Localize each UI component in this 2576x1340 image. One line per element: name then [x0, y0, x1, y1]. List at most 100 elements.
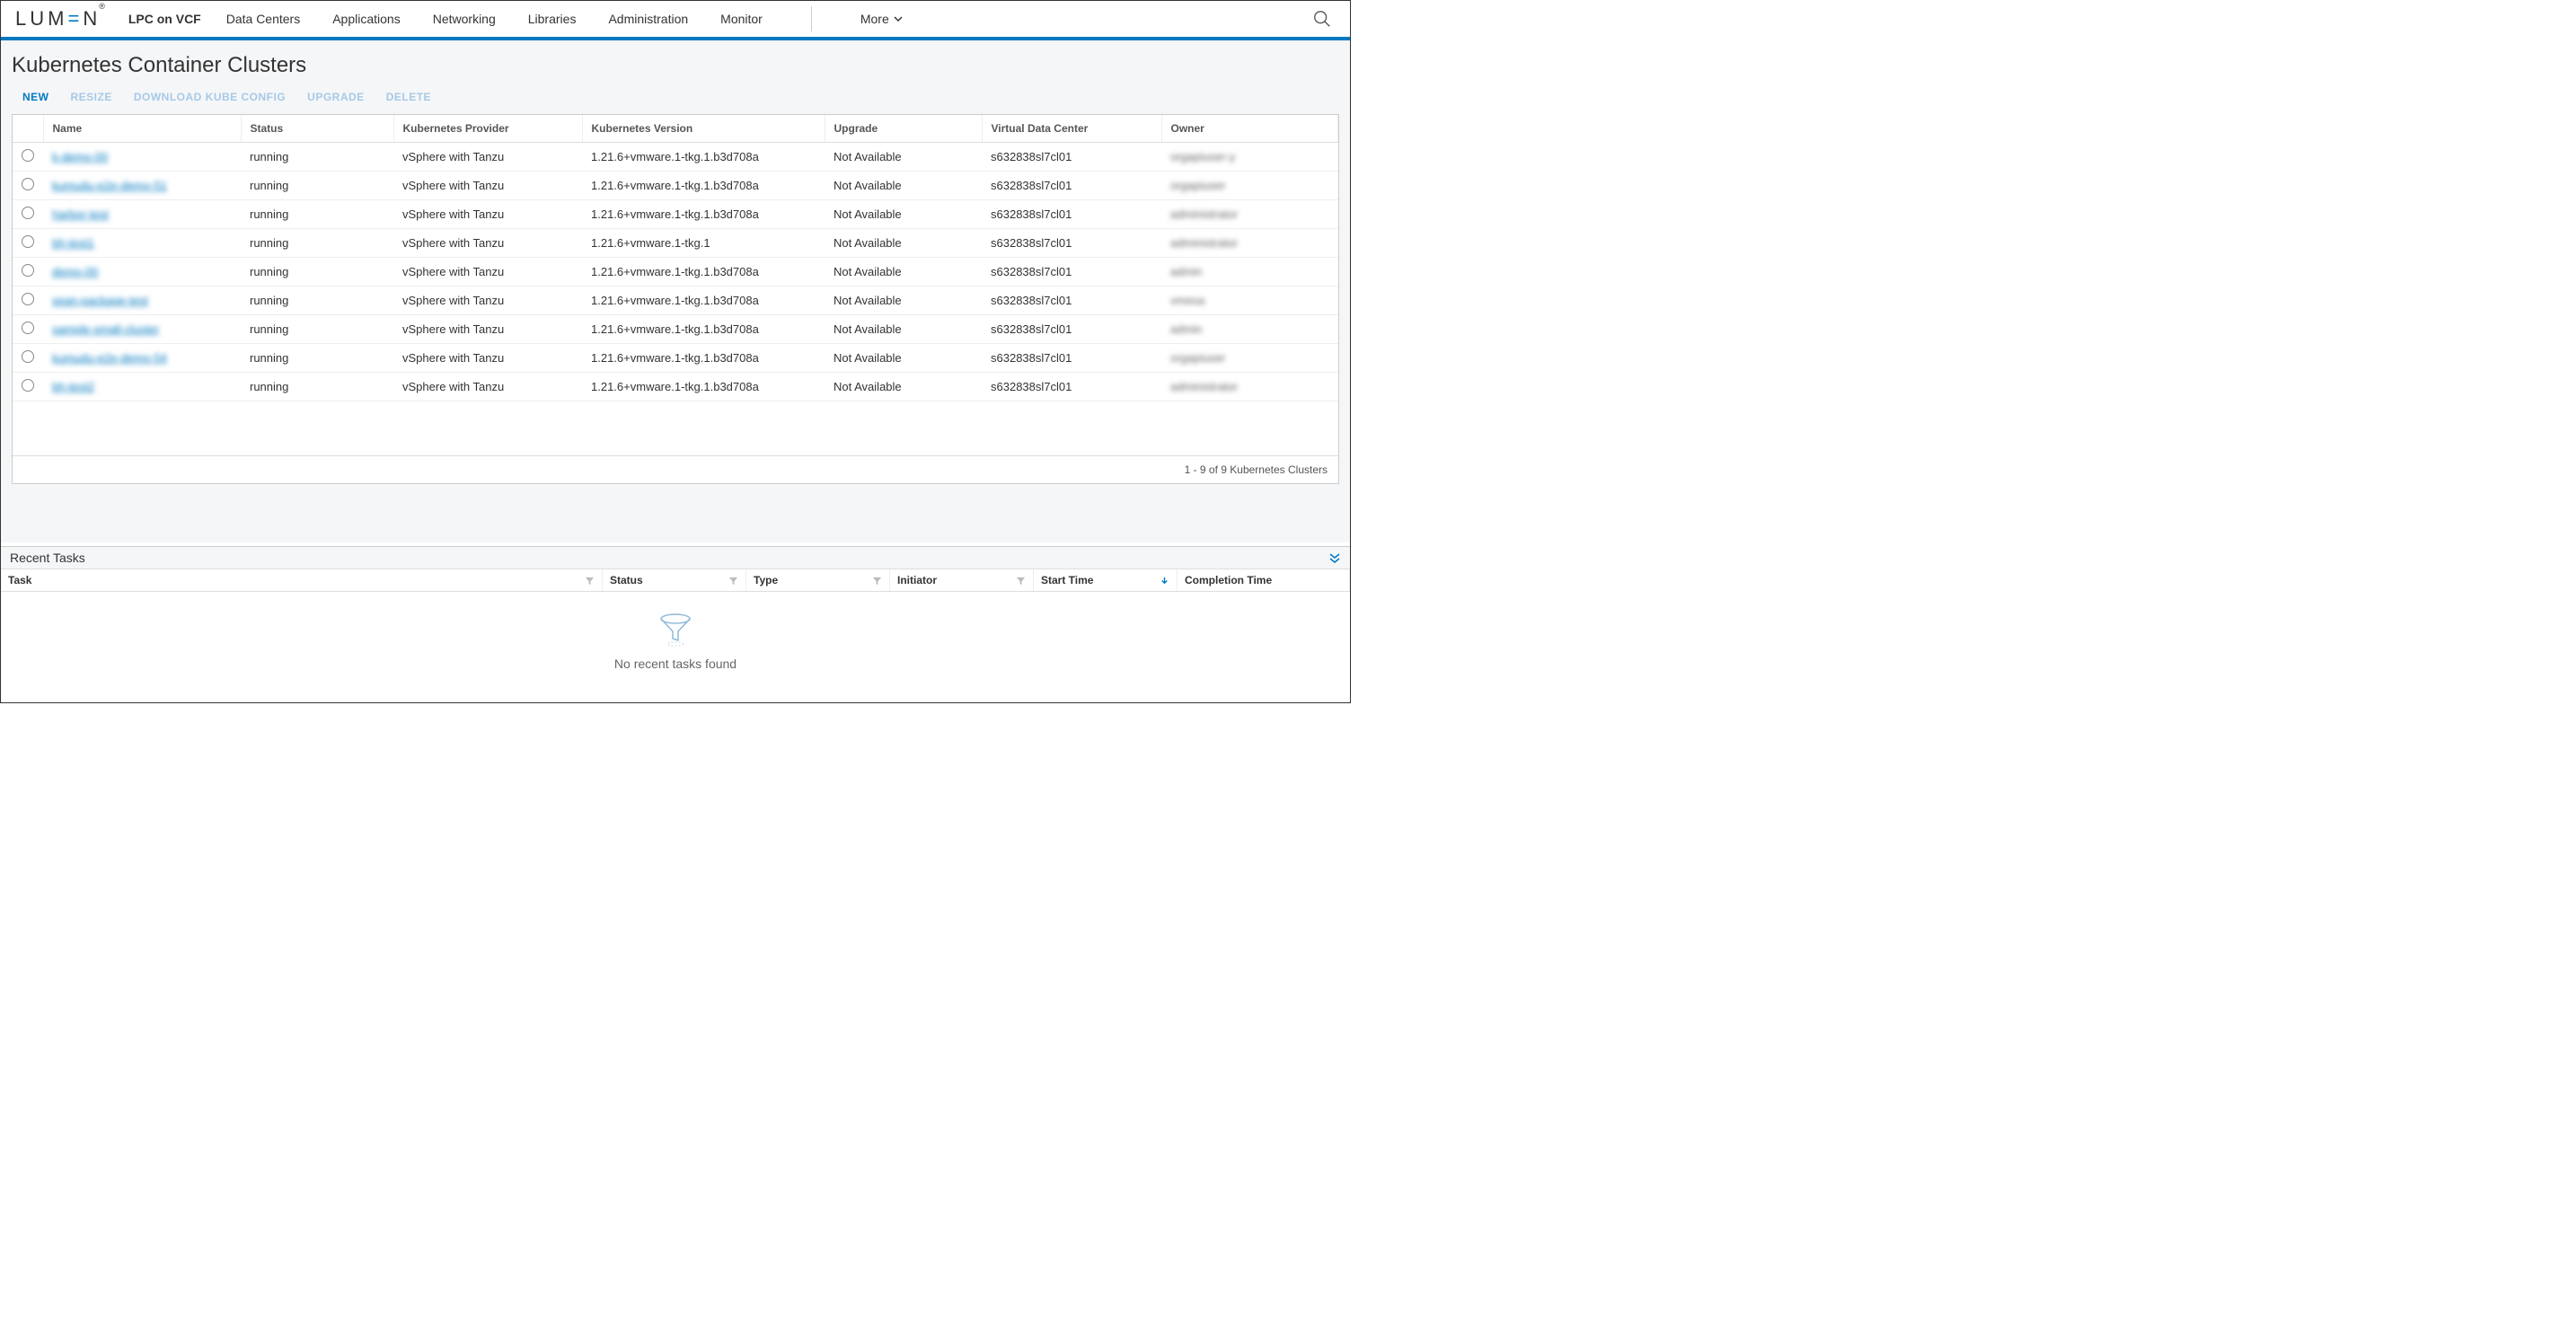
table-row: kumudu-e2e-demo-54runningvSphere with Ta…	[13, 344, 1338, 373]
cluster-name-link[interactable]: sample-small-cluster	[52, 322, 159, 336]
action-delete[interactable]: DELETE	[386, 91, 431, 103]
cell-upgrade: Not Available	[825, 344, 982, 373]
row-radio[interactable]	[22, 178, 34, 190]
nav-data-centers[interactable]: Data Centers	[226, 12, 300, 26]
top-navigation: LUM=N® LPC on VCF Data Centers Applicati…	[1, 1, 1350, 40]
row-radio[interactable]	[22, 264, 34, 277]
cell-status: running	[241, 172, 393, 200]
nav-networking[interactable]: Networking	[433, 12, 496, 26]
search-icon	[1312, 9, 1332, 29]
row-radio[interactable]	[22, 207, 34, 219]
table-row: sean-package-test runningvSphere with Tan…	[13, 287, 1338, 315]
nav-items: Data Centers Applications Networking Lib…	[226, 6, 904, 31]
chevron-down-icon	[893, 13, 904, 24]
cluster-name-link[interactable]: sean-package-test	[52, 294, 148, 307]
cluster-name-link[interactable]: harbor-test	[52, 207, 109, 221]
logo: LUM=N®	[15, 7, 107, 31]
row-radio[interactable]	[22, 379, 34, 392]
task-col-status-label: Status	[610, 574, 643, 586]
cell-provider: vSphere with Tanzu	[393, 287, 582, 315]
cell-provider: vSphere with Tanzu	[393, 315, 582, 344]
cell-owner: administrator	[1161, 373, 1338, 401]
recent-tasks-header: Recent Tasks	[1, 547, 1350, 569]
column-status[interactable]: Status	[241, 115, 393, 143]
cell-provider: vSphere with Tanzu	[393, 143, 582, 172]
nav-administration[interactable]: Administration	[608, 12, 688, 26]
column-name[interactable]: Name	[43, 115, 241, 143]
action-download-kube-config[interactable]: DOWNLOAD KUBE CONFIG	[134, 91, 286, 103]
tasks-empty-state: No recent tasks found	[1, 592, 1350, 691]
cell-upgrade: Not Available	[825, 315, 982, 344]
cluster-name-link[interactable]: kumudu-e2e-demo-54	[52, 351, 167, 365]
column-version[interactable]: Kubernetes Version	[582, 115, 825, 143]
collapse-tasks-button[interactable]	[1328, 551, 1341, 564]
sort-down-icon[interactable]	[1160, 576, 1169, 586]
task-col-start-label: Start Time	[1041, 574, 1093, 586]
action-new[interactable]: NEW	[22, 91, 49, 103]
table-row: sample-small-clusterrunningvSphere with …	[13, 315, 1338, 344]
cluster-name-link[interactable]: bh-test1	[52, 236, 94, 250]
cell-owner: orgapiuser	[1161, 172, 1338, 200]
page-content: Kubernetes Container Clusters NEW RESIZE…	[1, 40, 1350, 542]
nav-libraries[interactable]: Libraries	[528, 12, 577, 26]
cell-owner: administrator	[1161, 200, 1338, 229]
task-col-type-label: Type	[754, 574, 778, 586]
action-resize[interactable]: RESIZE	[71, 91, 112, 103]
cell-vdc: s632838sl7cl01	[982, 258, 1161, 287]
column-owner[interactable]: Owner	[1161, 115, 1338, 143]
funnel-icon	[657, 612, 693, 648]
cell-provider: vSphere with Tanzu	[393, 229, 582, 258]
row-radio[interactable]	[22, 350, 34, 363]
row-radio[interactable]	[22, 322, 34, 334]
cluster-name-link[interactable]: k-demo-00	[52, 150, 108, 163]
filter-icon[interactable]	[585, 576, 595, 586]
cell-vdc: s632838sl7cl01	[982, 229, 1161, 258]
column-vdc[interactable]: Virtual Data Center	[982, 115, 1161, 143]
column-upgrade[interactable]: Upgrade	[825, 115, 982, 143]
column-select	[13, 115, 43, 143]
nav-more[interactable]: More	[860, 12, 904, 26]
cell-version: 1.21.6+vmware.1-tkg.1	[582, 229, 825, 258]
search-button[interactable]	[1309, 5, 1336, 32]
task-col-status[interactable]: Status	[603, 569, 746, 591]
task-col-initiator[interactable]: Initiator	[890, 569, 1034, 591]
cell-version: 1.21.6+vmware.1-tkg.1.b3d708a	[582, 200, 825, 229]
filter-icon[interactable]	[728, 576, 738, 586]
task-col-initiator-label: Initiator	[897, 574, 937, 586]
nav-separator	[811, 6, 812, 31]
cell-owner: orgapiuser	[1161, 344, 1338, 373]
cell-vdc: s632838sl7cl01	[982, 172, 1161, 200]
cell-version: 1.21.6+vmware.1-tkg.1.b3d708a	[582, 373, 825, 401]
filter-icon[interactable]	[1016, 576, 1026, 586]
column-provider[interactable]: Kubernetes Provider	[393, 115, 582, 143]
nav-monitor[interactable]: Monitor	[720, 12, 763, 26]
row-radio[interactable]	[22, 149, 34, 162]
task-col-task[interactable]: Task	[1, 569, 603, 591]
row-radio[interactable]	[22, 235, 34, 248]
row-radio[interactable]	[22, 293, 34, 305]
cell-owner: admin	[1161, 258, 1338, 287]
cell-upgrade: Not Available	[825, 143, 982, 172]
cell-upgrade: Not Available	[825, 200, 982, 229]
nav-applications[interactable]: Applications	[332, 12, 401, 26]
clusters-table: Name Status Kubernetes Provider Kubernet…	[13, 115, 1338, 401]
cell-status: running	[241, 287, 393, 315]
cell-provider: vSphere with Tanzu	[393, 344, 582, 373]
table-row: harbor-testrunningvSphere with Tanzu1.21…	[13, 200, 1338, 229]
action-upgrade[interactable]: UPGRADE	[307, 91, 365, 103]
cell-version: 1.21.6+vmware.1-tkg.1.b3d708a	[582, 143, 825, 172]
cluster-name-link[interactable]: kumudu-e2e-demo-51	[52, 179, 167, 192]
task-col-start-time[interactable]: Start Time	[1034, 569, 1178, 591]
cell-upgrade: Not Available	[825, 172, 982, 200]
cell-provider: vSphere with Tanzu	[393, 200, 582, 229]
cell-vdc: s632838sl7cl01	[982, 143, 1161, 172]
cluster-name-link[interactable]: demo-00	[52, 265, 98, 278]
table-row: bh-test2runningvSphere with Tanzu1.21.6+…	[13, 373, 1338, 401]
filter-icon[interactable]	[872, 576, 882, 586]
table-blank-space	[13, 401, 1338, 455]
cell-owner: admin	[1161, 315, 1338, 344]
page-title: Kubernetes Container Clusters	[12, 53, 1339, 78]
cluster-name-link[interactable]: bh-test2	[52, 380, 94, 393]
task-col-completion-time[interactable]: Completion Time	[1178, 569, 1350, 591]
task-col-type[interactable]: Type	[746, 569, 890, 591]
